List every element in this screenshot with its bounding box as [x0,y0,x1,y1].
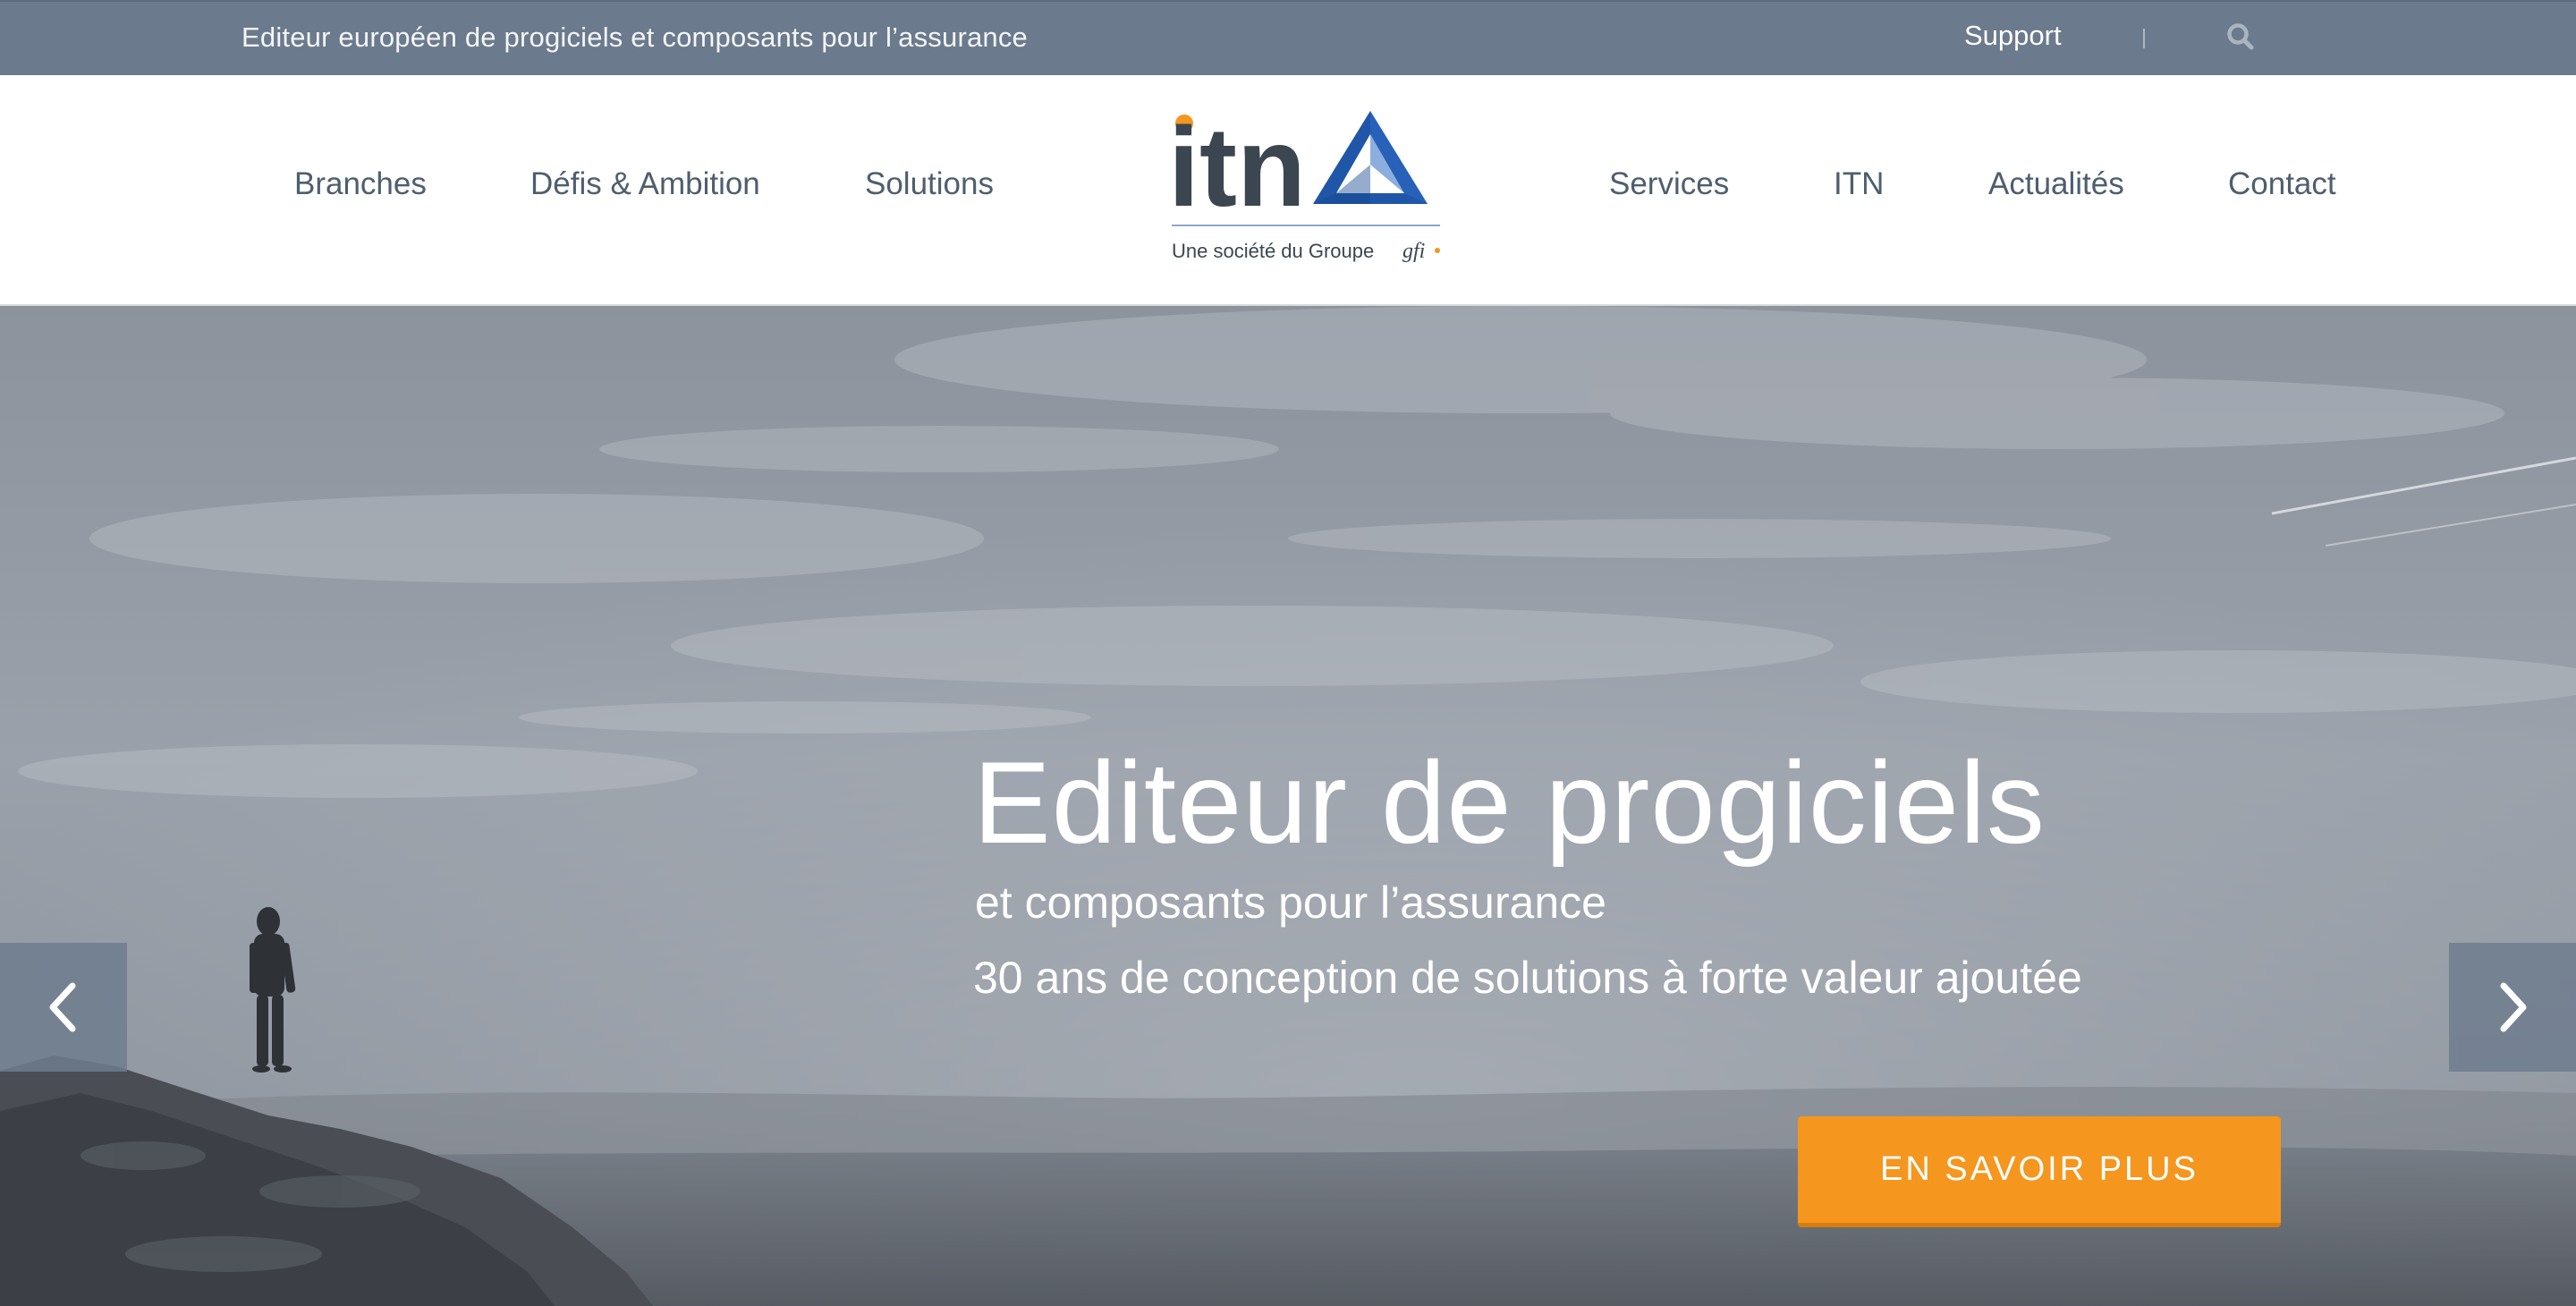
logo-group-mark: gfi [1402,240,1425,263]
learn-more-button[interactable]: EN SAVOIR PLUS [1798,1116,2281,1227]
slider-prev-button[interactable] [0,943,127,1072]
hero-slider: Editeur de progiciels et composants pour… [0,306,2576,1306]
logo-tagline: Une société du Groupe [1172,240,1374,262]
logo-wordmark: itn [1168,111,1306,230]
chevron-right-icon [2500,982,2527,1032]
search-icon [2227,23,2254,50]
topbar-divider [2143,29,2145,48]
site-tagline: Editeur européen de progiciels et compos… [242,21,1028,53]
hero-subtitle: et composants pour l’assurance [975,878,1606,928]
slider-next-button[interactable] [2449,943,2576,1072]
nav-item-services[interactable]: Services [1609,166,1729,202]
site-logo[interactable]: itn Une société du Groupe gfi [1168,104,1451,301]
main-header: Branches Défis & Ambition Solutions itn … [0,75,2576,306]
nav-item-contact[interactable]: Contact [2228,166,2336,202]
nav-item-branches[interactable]: Branches [294,166,427,202]
nav-item-solutions[interactable]: Solutions [865,166,994,202]
nav-item-actualites[interactable]: Actualités [1988,166,2124,202]
support-link[interactable]: Support [1964,20,2062,52]
nav-item-defis-ambition[interactable]: Défis & Ambition [530,166,760,202]
top-utility-bar: Editeur européen de progiciels et compos… [0,0,2576,75]
hero-description: 30 ans de conception de solutions à fort… [973,953,2082,1003]
chevron-left-icon [49,982,76,1032]
search-button[interactable] [2224,20,2259,55]
nav-item-itn[interactable]: ITN [1834,166,1884,202]
hero-title: Editeur de progiciels [973,737,2046,868]
